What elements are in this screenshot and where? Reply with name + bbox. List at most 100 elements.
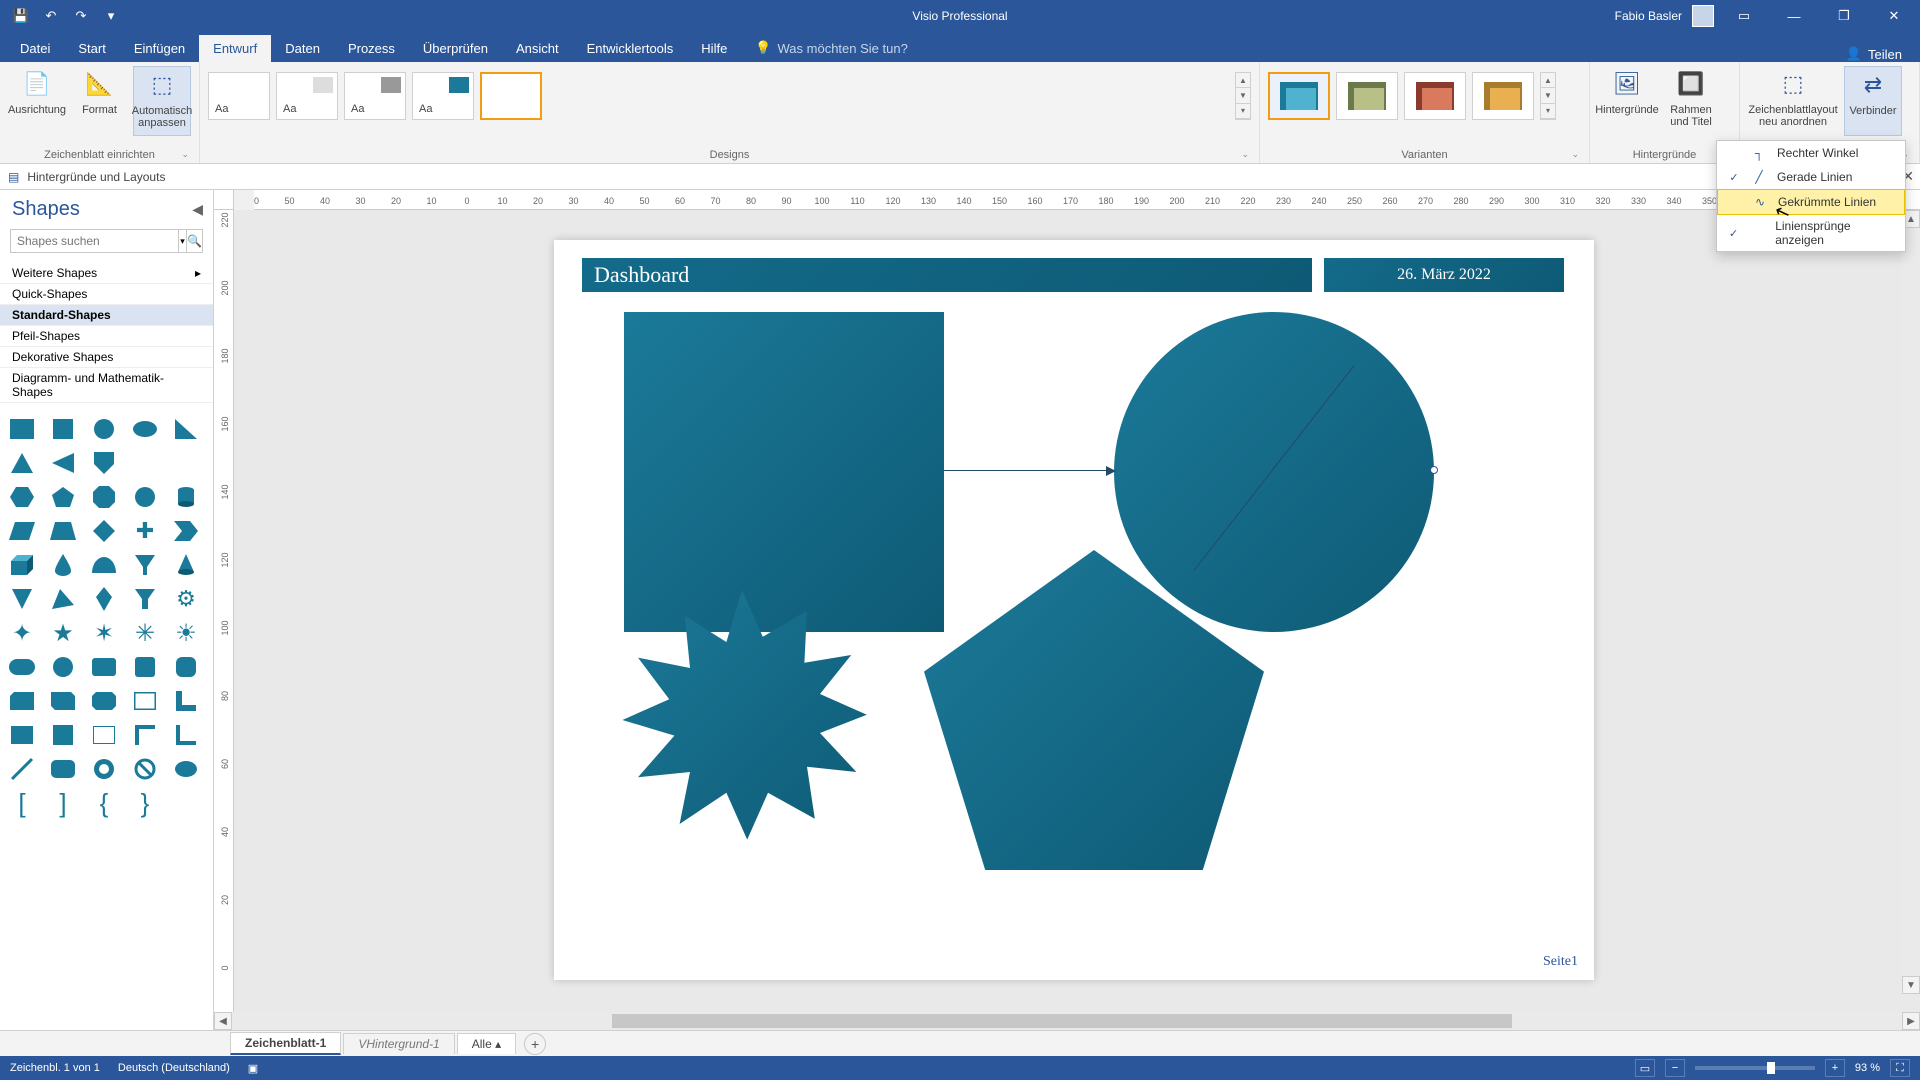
cat-diagram-shapes[interactable]: Diagramm- und Mathematik-Shapes: [0, 368, 213, 403]
theme-item[interactable]: Aa: [208, 72, 270, 120]
shape-filter[interactable]: [131, 587, 159, 611]
shape-kite[interactable]: [90, 587, 118, 611]
cat-decorative-shapes[interactable]: Dekorative Shapes: [0, 347, 213, 368]
variant-item[interactable]: [1472, 72, 1534, 120]
shapes-collapse[interactable]: ◀: [192, 201, 203, 218]
variant-item[interactable]: [1336, 72, 1398, 120]
macro-record-icon[interactable]: ▣: [248, 1062, 258, 1075]
theme-item[interactable]: Aa: [276, 72, 338, 120]
cat-quick-shapes[interactable]: Quick-Shapes: [0, 284, 213, 305]
tab-devtools[interactable]: Entwicklertools: [573, 35, 688, 62]
zoom-level[interactable]: 93 %: [1855, 1062, 1880, 1074]
shape-ellipse2[interactable]: [172, 757, 200, 781]
share-button[interactable]: 👤 Teilen: [1846, 46, 1920, 62]
maximize-button[interactable]: ❐: [1824, 0, 1864, 32]
shape-snip2[interactable]: [49, 689, 77, 713]
shape-hexagon[interactable]: [8, 485, 36, 509]
connector-arrow[interactable]: [944, 470, 1114, 471]
frames-titles-button[interactable]: 🔲 Rahmen und Titel: [1662, 66, 1720, 136]
shape-lcorner[interactable]: [172, 689, 200, 713]
shape-tri-down[interactable]: [8, 587, 36, 611]
theme-item-selected[interactable]: Aa: [480, 72, 542, 120]
shape-instance-square[interactable]: [624, 312, 944, 632]
horizontal-scrollbar[interactable]: ◀ ▶: [214, 1012, 1920, 1030]
variants-more[interactable]: ▲▼▾: [1540, 72, 1556, 120]
shape-heptagon[interactable]: [131, 485, 159, 509]
shape-drop[interactable]: [49, 553, 77, 577]
shape-roundrect[interactable]: [90, 655, 118, 679]
tab-review[interactable]: Überprüfen: [409, 35, 502, 62]
drawing-page[interactable]: Dashboard 26. März 2022 Seite1: [554, 240, 1594, 980]
cat-arrow-shapes[interactable]: Pfeil-Shapes: [0, 326, 213, 347]
page-date-band[interactable]: 26. März 2022: [1324, 258, 1564, 292]
shape-snip3[interactable]: [90, 689, 118, 713]
shape-brace-r[interactable]: }: [131, 791, 159, 815]
shape-diamond[interactable]: [90, 519, 118, 543]
shapes-search-dropdown[interactable]: ▾: [178, 230, 186, 252]
themes-more[interactable]: ▲▼▾: [1235, 72, 1251, 120]
shape-instance-circle[interactable]: [1114, 312, 1434, 632]
shape-star4[interactable]: ✦: [8, 621, 36, 645]
shape-triangle-left[interactable]: [49, 451, 77, 475]
add-sheet-button[interactable]: +: [524, 1033, 546, 1055]
shape-nosign[interactable]: [131, 757, 159, 781]
shapes-search-go[interactable]: 🔍: [186, 230, 202, 252]
shape-ellipse[interactable]: [131, 417, 159, 441]
theme-item[interactable]: Aa: [412, 72, 474, 120]
tab-file[interactable]: Datei: [6, 35, 64, 62]
shape-fill2[interactable]: [49, 723, 77, 747]
tab-view[interactable]: Ansicht: [502, 35, 573, 62]
status-language[interactable]: Deutsch (Deutschland): [118, 1062, 230, 1074]
autofit-button[interactable]: ⬚ Automatisch anpassen: [133, 66, 191, 136]
shape-plus[interactable]: ✚: [131, 519, 159, 543]
theme-item[interactable]: Aa: [344, 72, 406, 120]
shape-octagon[interactable]: [90, 485, 118, 509]
tell-me-search[interactable]: 💡 Was möchten Sie tun?: [741, 34, 922, 62]
relayout-button[interactable]: ⬚ Zeichenblattlayout neu anordnen: [1748, 66, 1838, 136]
tab-start[interactable]: Start: [64, 35, 119, 62]
shape-cylinder[interactable]: [172, 485, 200, 509]
shape-star8[interactable]: ✳: [131, 621, 159, 645]
shape-burst[interactable]: ☀: [172, 621, 200, 645]
variants-gallery[interactable]: ▲▼▾: [1268, 66, 1581, 120]
ribbon-display-options[interactable]: ▭: [1724, 0, 1764, 32]
shape-fill1[interactable]: [8, 723, 36, 747]
shape-funnel[interactable]: [131, 553, 159, 577]
shape-donut[interactable]: [90, 757, 118, 781]
cat-standard-shapes[interactable]: Standard-Shapes: [0, 305, 213, 326]
shape-star6[interactable]: ✶: [90, 621, 118, 645]
variant-item[interactable]: [1404, 72, 1466, 120]
scroll-left[interactable]: ◀: [214, 1012, 232, 1030]
connectors-button[interactable]: ⇄ Verbinder: [1844, 66, 1902, 136]
shape-star5[interactable]: ★: [49, 621, 77, 645]
shape-gear[interactable]: ⚙: [172, 587, 200, 611]
shape-cone[interactable]: [172, 553, 200, 577]
tab-design[interactable]: Entwurf: [199, 35, 271, 62]
tab-process[interactable]: Prozess: [334, 35, 409, 62]
shape-brace-l[interactable]: {: [90, 791, 118, 815]
zoom-in[interactable]: +: [1825, 1059, 1845, 1077]
close-button[interactable]: ✕: [1874, 0, 1914, 32]
sheet-tab-bg[interactable]: VHintergrund-1: [343, 1033, 454, 1054]
orientation-button[interactable]: 📄 Ausrichtung: [8, 66, 66, 136]
shape-frame[interactable]: [131, 689, 159, 713]
undo-button[interactable]: ↶: [38, 4, 64, 28]
shape-snip[interactable]: [8, 689, 36, 713]
tab-data[interactable]: Daten: [271, 35, 334, 62]
qat-customize[interactable]: ▾: [98, 4, 124, 28]
shape-oval2[interactable]: [49, 655, 77, 679]
sheet-tab-all[interactable]: Alle ▴: [457, 1033, 516, 1054]
minimize-button[interactable]: —: [1774, 0, 1814, 32]
shape-outline-rect[interactable]: [90, 723, 118, 747]
page-title-band[interactable]: Dashboard: [582, 258, 1312, 292]
shape-l[interactable]: [172, 723, 200, 747]
shape-square[interactable]: [49, 417, 77, 441]
shape-roundsq[interactable]: [131, 655, 159, 679]
shape-cube[interactable]: [8, 553, 36, 577]
shape-roundsq2[interactable]: [172, 655, 200, 679]
shape-arc[interactable]: [90, 553, 118, 577]
variant-item-selected[interactable]: [1268, 72, 1330, 120]
shape-roundrect2[interactable]: [49, 757, 77, 781]
menu-straight-lines[interactable]: ✓ ╱ Gerade Linien: [1717, 165, 1905, 189]
shape-bracket-l[interactable]: [: [8, 791, 36, 815]
